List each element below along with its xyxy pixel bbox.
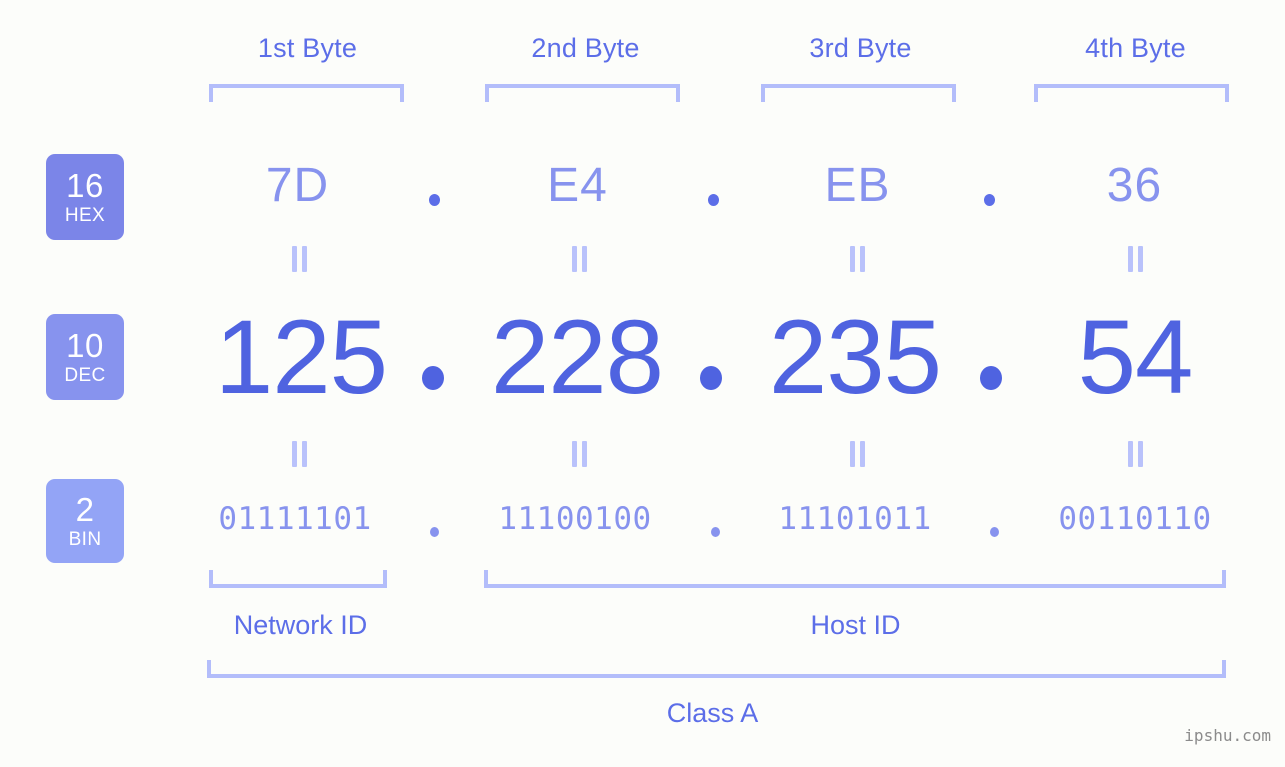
dec-badge-number: 10 (66, 327, 104, 364)
bin-value-3: 11101011 (778, 501, 932, 537)
bin-separator-1 (430, 527, 439, 537)
hex-badge-number: 16 (66, 167, 104, 204)
bin-row-badge: 2 BIN (46, 479, 124, 563)
host-id-label: Host ID (810, 610, 901, 640)
bin-value-1: 01111101 (218, 501, 372, 537)
site-watermark: ipshu.com (1184, 726, 1271, 745)
equals-icon-hex-dec-2 (571, 246, 588, 272)
equals-icon-hex-dec-1 (291, 246, 308, 272)
equals-icon-hex-dec-3 (849, 246, 866, 272)
byte-header-3: 3rd Byte (809, 33, 912, 63)
dec-value-3: 235 (768, 299, 942, 416)
network-id-label: Network ID (233, 610, 368, 640)
bin-separator-2 (711, 527, 720, 537)
equals-icon-dec-bin-1 (291, 441, 308, 467)
byte-header-2: 2nd Byte (531, 33, 640, 63)
dec-separator-2 (700, 366, 722, 390)
bin-value-4: 00110110 (1058, 501, 1212, 537)
dec-separator-3 (980, 366, 1002, 390)
host-id-bracket (484, 570, 1226, 588)
hex-row-badge: 16 HEX (46, 154, 124, 240)
hex-separator-1 (429, 194, 440, 206)
ip-address-diagram: 1st Byte 2nd Byte 3rd Byte 4th Byte 16 H… (0, 0, 1285, 767)
hex-separator-2 (708, 194, 719, 206)
equals-icon-dec-bin-3 (849, 441, 866, 467)
byte-bracket-2 (485, 84, 680, 102)
bin-badge-label: BIN (68, 529, 102, 550)
equals-icon-dec-bin-2 (571, 441, 588, 467)
bin-separator-3 (990, 527, 999, 537)
class-bracket (207, 660, 1226, 678)
equals-icon-hex-dec-4 (1127, 246, 1144, 272)
dec-value-4: 54 (1077, 299, 1194, 416)
class-label: Class A (666, 698, 759, 728)
hex-badge-label: HEX (64, 205, 106, 226)
byte-header-1: 1st Byte (257, 33, 358, 63)
hex-value-3: EB (824, 159, 891, 212)
byte-header-4: 4th Byte (1085, 33, 1186, 63)
bin-value-2: 11100100 (498, 501, 652, 537)
dec-row-badge: 10 DEC (46, 314, 124, 400)
dec-badge-label: DEC (64, 365, 106, 386)
byte-bracket-1 (209, 84, 404, 102)
dec-separator-1 (422, 366, 444, 390)
byte-bracket-4 (1034, 84, 1229, 102)
byte-bracket-3 (761, 84, 956, 102)
bin-badge-number: 2 (75, 491, 95, 528)
network-id-bracket (209, 570, 387, 588)
equals-icon-dec-bin-4 (1127, 441, 1144, 467)
hex-separator-3 (984, 194, 995, 206)
hex-value-4: 36 (1106, 159, 1163, 212)
dec-value-1: 125 (214, 299, 388, 416)
hex-value-1: 7D (265, 159, 330, 212)
hex-value-2: E4 (547, 159, 608, 212)
dec-value-2: 228 (490, 299, 664, 416)
